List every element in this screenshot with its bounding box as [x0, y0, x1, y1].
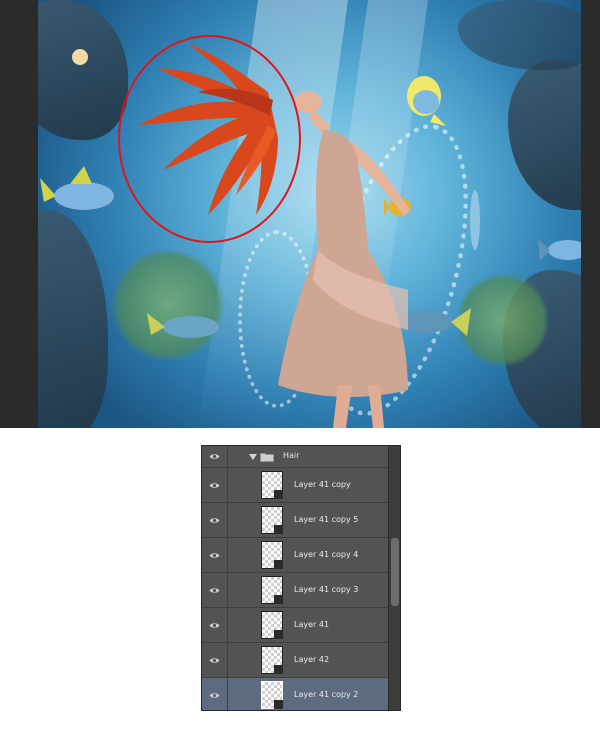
visibility-toggle[interactable]: [202, 678, 228, 710]
layer-thumbnail[interactable]: [261, 681, 283, 709]
smart-object-badge-icon: [274, 700, 283, 709]
layer-thumbnail[interactable]: [261, 506, 283, 534]
rock-left: [38, 210, 108, 428]
layer-name: Layer 41 copy 4: [294, 550, 359, 559]
visibility-toggle[interactable]: [202, 503, 228, 537]
folder-icon: [260, 453, 274, 462]
triangle-down-icon[interactable]: [249, 454, 257, 460]
artwork-canvas[interactable]: [38, 0, 581, 428]
eye-icon: [209, 454, 220, 459]
layer-name: Layer 41 copy: [294, 480, 351, 489]
layer-thumbnail[interactable]: [261, 541, 283, 569]
visibility-toggle[interactable]: [202, 468, 228, 502]
visibility-toggle[interactable]: [202, 573, 228, 607]
layer-thumbnail[interactable]: [261, 646, 283, 674]
smart-object-badge-icon: [274, 630, 283, 639]
visibility-toggle[interactable]: [202, 608, 228, 642]
eye-icon: [209, 482, 220, 488]
layer-thumbnail[interactable]: [261, 576, 283, 604]
fish-icon: [538, 239, 581, 261]
layer-name: Layer 41 copy 2: [294, 690, 359, 699]
eye-icon: [209, 552, 220, 558]
eye-icon: [209, 622, 220, 628]
eye-icon: [209, 692, 220, 698]
layer-group-hair[interactable]: Hair: [202, 446, 388, 468]
layer-thumbnail[interactable]: [261, 611, 283, 639]
layers-panel: Hair Layer 41 copy Layer 41 copy 5 Layer…: [201, 445, 401, 711]
fish-icon: [470, 190, 480, 250]
visibility-toggle[interactable]: [202, 446, 228, 467]
visibility-toggle[interactable]: [202, 538, 228, 572]
rock-top-right: [458, 0, 581, 70]
layer-row[interactable]: Layer 41 copy 3: [202, 573, 388, 608]
layer-name: Layer 42: [294, 655, 330, 664]
layer-row-selected[interactable]: Layer 41 copy 2: [202, 678, 388, 710]
scrollbar-thumb[interactable]: [391, 538, 399, 606]
layer-row[interactable]: Layer 41 copy 4: [202, 538, 388, 573]
layer-name: Layer 41 copy 5: [294, 515, 359, 524]
layer-name: Layer 41 copy 3: [294, 585, 359, 594]
smart-object-badge-icon: [274, 560, 283, 569]
layer-row[interactable]: Layer 42: [202, 643, 388, 678]
group-name: Hair: [283, 451, 300, 460]
selection-ellipse: [118, 35, 301, 243]
light-orb: [72, 49, 88, 65]
layer-name: Layer 41: [294, 620, 330, 629]
smart-object-badge-icon: [274, 525, 283, 534]
rock-right-top: [508, 60, 581, 210]
smart-object-badge-icon: [274, 665, 283, 674]
layer-row[interactable]: Layer 41 copy: [202, 468, 388, 503]
eye-icon: [209, 657, 220, 663]
canvas-frame: [0, 0, 600, 428]
eye-icon: [209, 517, 220, 523]
smart-object-badge-icon: [274, 595, 283, 604]
eye-icon: [209, 587, 220, 593]
visibility-toggle[interactable]: [202, 643, 228, 677]
layer-thumbnail[interactable]: [261, 471, 283, 499]
fish-icon: [40, 166, 114, 210]
layer-row[interactable]: Layer 41 copy 5: [202, 503, 388, 538]
rock-top-left: [38, 0, 128, 140]
smart-object-badge-icon: [274, 490, 283, 499]
layer-row[interactable]: Layer 41: [202, 608, 388, 643]
